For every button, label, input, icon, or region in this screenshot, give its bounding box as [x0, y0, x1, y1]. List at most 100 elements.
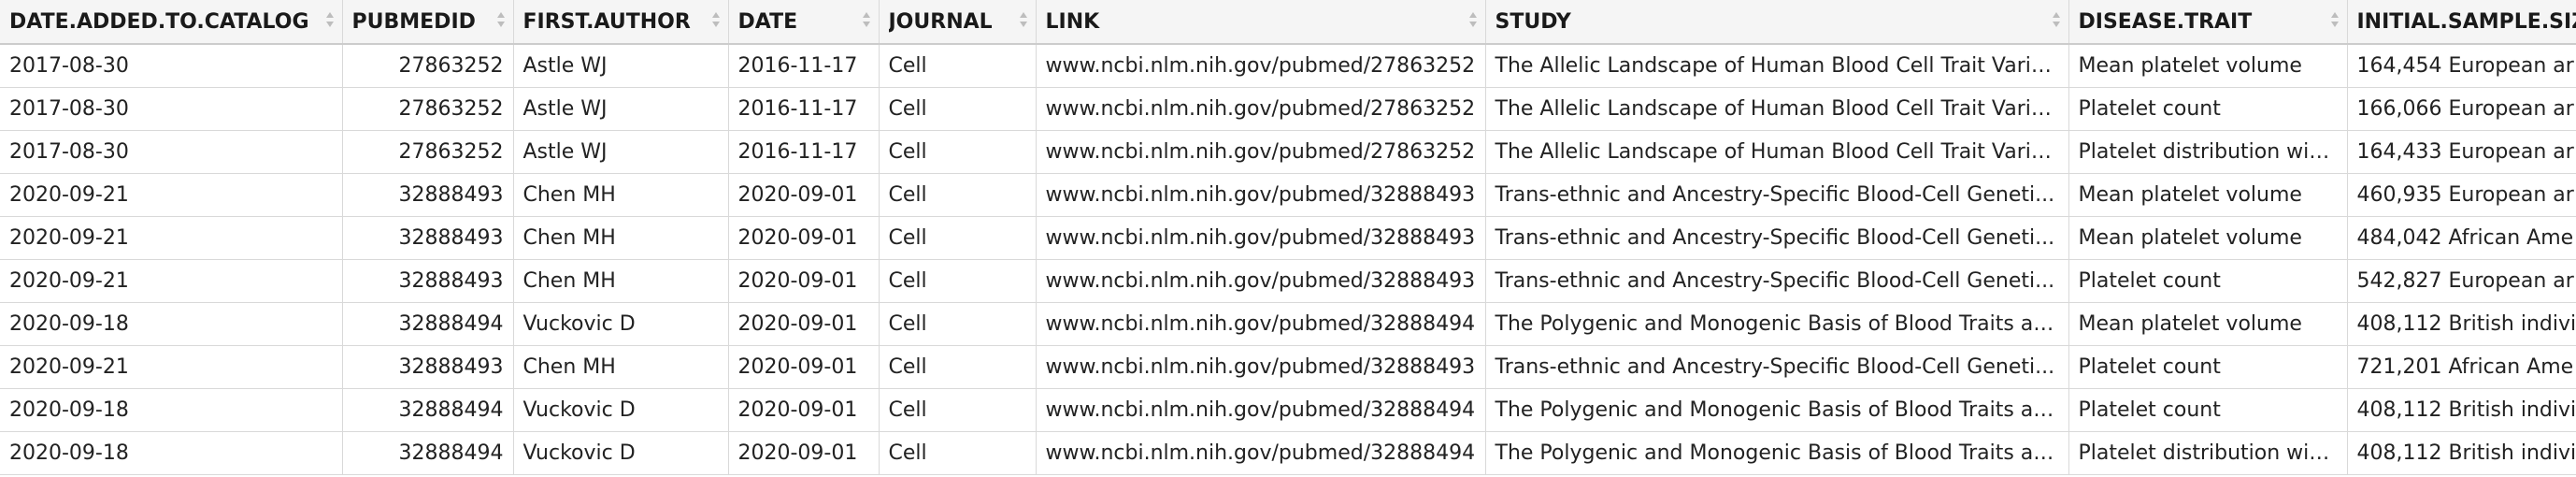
cell-link: www.ncbi.nlm.nih.gov/pubmed/32888494 [1036, 431, 1486, 475]
cell-date: 2020-09-01 [728, 216, 880, 260]
table-row[interactable]: 2017-08-30 27863252 Astle WJ 2016-11-17 Cell… [0, 87, 2576, 131]
cell-pubmedid: 32888493 [342, 345, 514, 389]
cell-pubmedid: 32888493 [342, 173, 514, 217]
column-header-date-added[interactable]: DATE.ADDED.TO.CATALOG [0, 0, 343, 45]
column-header-label: DATE.ADDED.TO.CATALOG [9, 9, 309, 34]
sort-arrows-icon[interactable] [2330, 9, 2340, 30]
column-header-initial-sample-size[interactable]: INITIAL.SAMPLE.SIZE [2347, 0, 2576, 45]
column-header-link[interactable]: LINK [1036, 0, 1486, 45]
cell-pubmedid: 32888493 [342, 216, 514, 260]
cell-link: www.ncbi.nlm.nih.gov/pubmed/32888493 [1036, 216, 1486, 260]
column-header-journal[interactable]: JOURNAL [879, 0, 1037, 45]
cell-initial-sample-size: 484,042 African Ame [2347, 216, 2576, 260]
table-row[interactable]: 2017-08-30 27863252 Astle WJ 2016-11-17 Cell… [0, 44, 2576, 88]
cell-disease-trait: Mean platelet volume [2068, 173, 2348, 217]
cell-study: The Polygenic and Monogenic Basis of Blo… [1485, 302, 2069, 346]
cell-link: www.ncbi.nlm.nih.gov/pubmed/27863252 [1036, 130, 1486, 174]
cell-date: 2020-09-01 [728, 173, 880, 217]
column-header-label: LINK [1045, 9, 1100, 34]
cell-disease-trait: Platelet count [2068, 87, 2348, 131]
table-row[interactable]: 2020-09-18 32888494 Vuckovic D 2020-09-01 Ce… [0, 302, 2576, 346]
cell-first-author: Chen MH [513, 259, 729, 303]
cell-date-added: 2020-09-21 [0, 259, 343, 303]
column-header-study[interactable]: STUDY [1485, 0, 2069, 45]
cell-initial-sample-size: 721,201 African Ame [2347, 345, 2576, 389]
cell-study: The Allelic Landscape of Human Blood Cel… [1485, 130, 2069, 174]
cell-date-added: 2020-09-21 [0, 173, 343, 217]
sort-arrows-icon[interactable] [325, 9, 335, 30]
cell-journal: Cell [879, 431, 1037, 475]
cell-study: Trans-ethnic and Ancestry-Specific Blood… [1485, 216, 2069, 260]
cell-initial-sample-size: 164,454 European ar [2347, 44, 2576, 88]
table-body: 2017-08-30 27863252 Astle WJ 2016-11-17 Cell… [0, 44, 2576, 475]
column-header-disease-trait[interactable]: DISEASE.TRAIT [2068, 0, 2348, 45]
cell-journal: Cell [879, 87, 1037, 131]
cell-disease-trait: Platelet count [2068, 259, 2348, 303]
cell-initial-sample-size: 164,433 European ar [2347, 130, 2576, 174]
table-row[interactable]: 2020-09-18 32888494 Vuckovic D 2020-09-01 Ce… [0, 431, 2576, 475]
sort-arrows-icon[interactable] [2052, 9, 2061, 30]
cell-first-author: Chen MH [513, 345, 729, 389]
data-table: DATE.ADDED.TO.CATALOG PUBMEDID FIRST.AUTHO… [0, 0, 2576, 475]
cell-disease-trait: Mean platelet volume [2068, 302, 2348, 346]
column-header-label: JOURNAL [888, 9, 993, 34]
cell-disease-trait: Platelet distribution width [2068, 431, 2348, 475]
cell-journal: Cell [879, 388, 1037, 432]
cell-journal: Cell [879, 130, 1037, 174]
cell-link: www.ncbi.nlm.nih.gov/pubmed/32888493 [1036, 173, 1486, 217]
cell-disease-trait: Platelet distribution width [2068, 130, 2348, 174]
table-row[interactable]: 2020-09-21 32888493 Chen MH 2020-09-01 Cell w… [0, 259, 2576, 303]
cell-first-author: Astle WJ [513, 44, 729, 88]
column-header-label: INITIAL.SAMPLE.SIZE [2356, 9, 2576, 34]
cell-date-added: 2017-08-30 [0, 130, 343, 174]
column-header-date[interactable]: DATE [728, 0, 880, 45]
cell-date: 2020-09-01 [728, 431, 880, 475]
cell-pubmedid: 32888494 [342, 302, 514, 346]
cell-pubmedid: 32888494 [342, 388, 514, 432]
cell-date-added: 2020-09-18 [0, 388, 343, 432]
cell-study: The Polygenic and Monogenic Basis of Blo… [1485, 388, 2069, 432]
table-row[interactable]: 2020-09-21 32888493 Chen MH 2020-09-01 Cell w… [0, 345, 2576, 389]
cell-journal: Cell [879, 173, 1037, 217]
cell-journal: Cell [879, 44, 1037, 88]
cell-study: Trans-ethnic and Ancestry-Specific Blood… [1485, 173, 2069, 217]
cell-study: Trans-ethnic and Ancestry-Specific Blood… [1485, 259, 2069, 303]
sort-arrows-icon[interactable] [711, 9, 721, 30]
cell-journal: Cell [879, 302, 1037, 346]
cell-pubmedid: 27863252 [342, 87, 514, 131]
cell-pubmedid: 32888494 [342, 431, 514, 475]
cell-pubmedid: 32888493 [342, 259, 514, 303]
cell-first-author: Vuckovic D [513, 302, 729, 346]
cell-date: 2020-09-01 [728, 388, 880, 432]
sort-arrows-icon[interactable] [496, 9, 506, 30]
sort-arrows-icon[interactable] [1019, 9, 1028, 30]
cell-first-author: Chen MH [513, 216, 729, 260]
cell-disease-trait: Mean platelet volume [2068, 44, 2348, 88]
cell-date-added: 2020-09-21 [0, 216, 343, 260]
cell-first-author: Astle WJ [513, 87, 729, 131]
column-header-first-author[interactable]: FIRST.AUTHOR [513, 0, 729, 45]
table-row[interactable]: 2020-09-21 32888493 Chen MH 2020-09-01 Cell w… [0, 216, 2576, 260]
table-row[interactable]: 2017-08-30 27863252 Astle WJ 2016-11-17 Cell… [0, 130, 2576, 174]
cell-date: 2020-09-01 [728, 259, 880, 303]
cell-pubmedid: 27863252 [342, 130, 514, 174]
cell-date-added: 2017-08-30 [0, 44, 343, 88]
cell-date-added: 2020-09-18 [0, 431, 343, 475]
table-row[interactable]: 2020-09-18 32888494 Vuckovic D 2020-09-01 Ce… [0, 388, 2576, 432]
cell-link: www.ncbi.nlm.nih.gov/pubmed/32888493 [1036, 345, 1486, 389]
sort-arrows-icon[interactable] [1468, 9, 1478, 30]
cell-initial-sample-size: 408,112 British indivi [2347, 431, 2576, 475]
cell-journal: Cell [879, 216, 1037, 260]
header-row: DATE.ADDED.TO.CATALOG PUBMEDID FIRST.AUTHO… [0, 0, 2576, 45]
column-header-label: STUDY [1495, 9, 1571, 34]
cell-date-added: 2020-09-18 [0, 302, 343, 346]
cell-initial-sample-size: 542,827 European ar [2347, 259, 2576, 303]
table-row[interactable]: 2020-09-21 32888493 Chen MH 2020-09-01 Cell w… [0, 173, 2576, 217]
cell-study: The Polygenic and Monogenic Basis of Blo… [1485, 431, 2069, 475]
cell-date: 2020-09-01 [728, 345, 880, 389]
column-header-pubmedid[interactable]: PUBMEDID [342, 0, 514, 45]
cell-date: 2016-11-17 [728, 87, 880, 131]
sort-arrows-icon[interactable] [862, 9, 871, 30]
cell-study: The Allelic Landscape of Human Blood Cel… [1485, 87, 2069, 131]
cell-disease-trait: Platelet count [2068, 345, 2348, 389]
